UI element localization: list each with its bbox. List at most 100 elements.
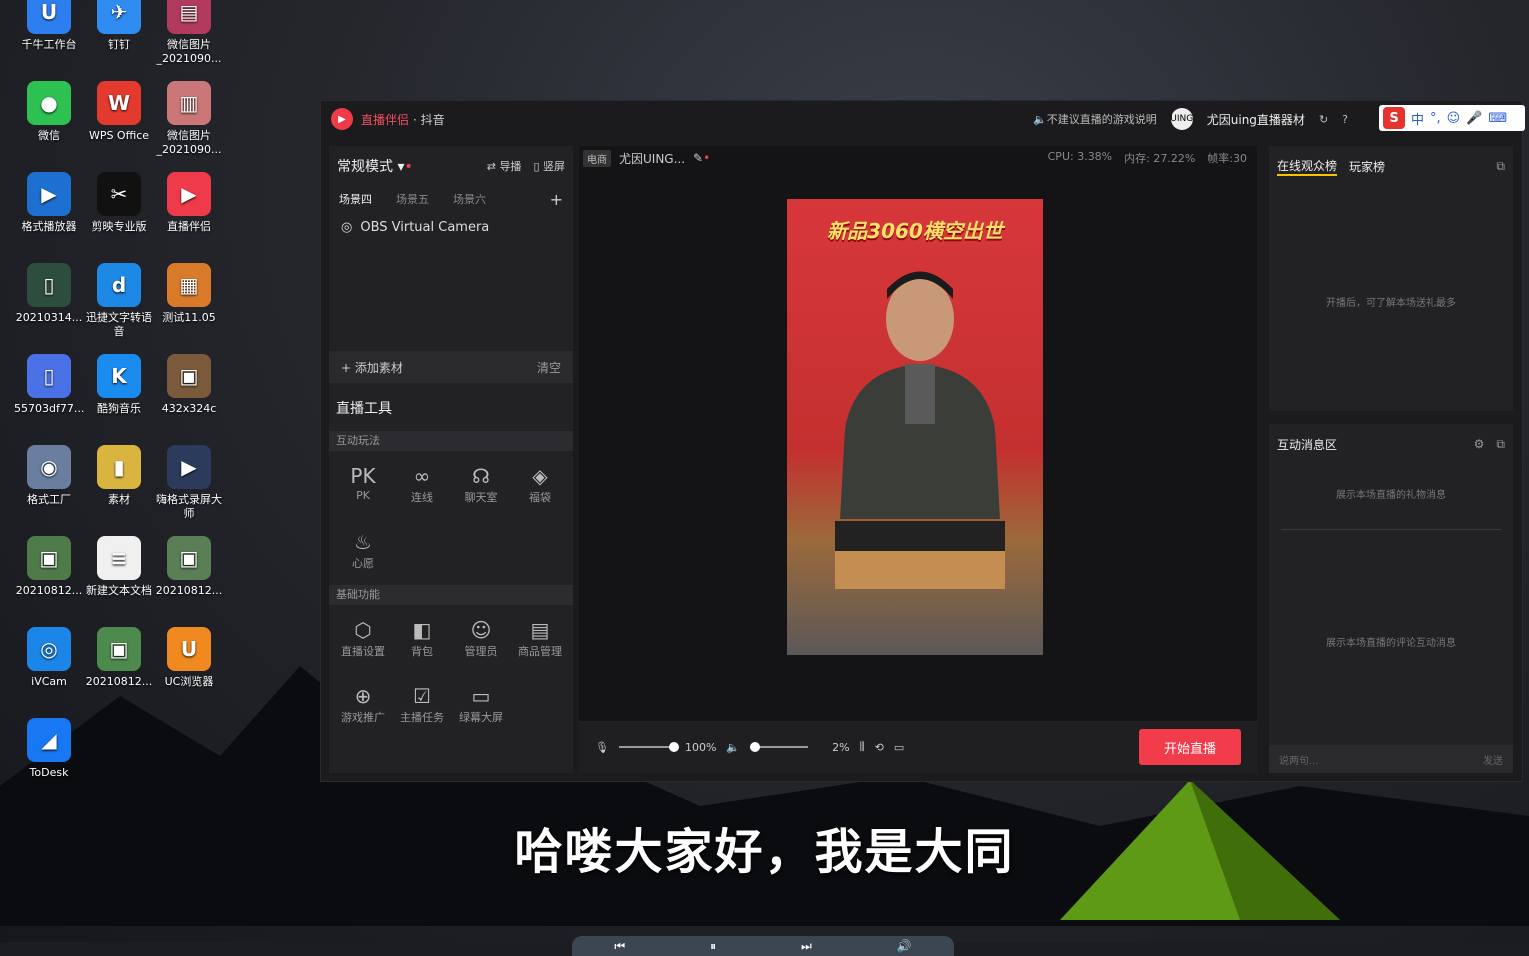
- ime-item[interactable]: 中: [1411, 109, 1424, 128]
- add-material-button[interactable]: + 添加素材: [341, 359, 403, 376]
- desktop-icon[interactable]: ▯ 55703df77...: [14, 354, 84, 416]
- tab-audience[interactable]: 在线观众榜: [1277, 157, 1338, 176]
- desktop-icon[interactable]: ◉ 格式工厂: [14, 445, 84, 507]
- tool-label: 主播任务: [400, 711, 444, 724]
- desktop-icon[interactable]: ▦ 测试11.05: [154, 263, 224, 325]
- guide-button[interactable]: ⇄ 导播: [487, 158, 522, 174]
- clear-button[interactable]: 清空: [537, 359, 561, 376]
- camera-switch-icon[interactable]: ⟲: [875, 741, 884, 754]
- volume-icon[interactable]: 🔊: [897, 939, 912, 953]
- desktop-icon[interactable]: U UC浏览器: [154, 627, 224, 689]
- settings-icon[interactable]: ⚙: [1474, 437, 1485, 451]
- tool-label: 绿幕大屏: [459, 711, 503, 724]
- tab-scene-5[interactable]: 场景五: [396, 191, 429, 207]
- desktop-icon[interactable]: ▣ 20210812...: [154, 536, 224, 598]
- tool-icon: ☺: [470, 618, 492, 642]
- tool-button[interactable]: ◧ 背包: [392, 617, 452, 659]
- tool-button[interactable]: PK PK: [333, 463, 393, 502]
- source-item[interactable]: ◎ OBS Virtual Camera: [329, 212, 573, 242]
- media-player-controls[interactable]: ⏮ ⏸ ⏭ 🔊: [572, 936, 954, 956]
- tool-button[interactable]: ☑ 主播任务: [392, 683, 452, 725]
- fast-forward-icon[interactable]: ⏭: [801, 939, 812, 954]
- tool-button[interactable]: ◈ 福袋: [510, 463, 570, 505]
- vertical-screen-button[interactable]: ▯ 竖屏: [533, 158, 565, 174]
- ime-item[interactable]: 🎤: [1466, 111, 1482, 126]
- record-icon[interactable]: ▭: [894, 741, 904, 754]
- speaker-volume-slider[interactable]: [750, 742, 809, 752]
- desktop-icon[interactable]: ✂ 剪映专业版: [84, 172, 154, 234]
- mixer-icon[interactable]: ⫼: [860, 740, 865, 754]
- help-icon[interactable]: ?: [1342, 113, 1348, 126]
- edit-icon[interactable]: ✎•: [693, 151, 710, 165]
- desktop-icon[interactable]: K 酷狗音乐: [84, 354, 154, 416]
- desktop-icon[interactable]: ▥ 微信图片_2021090...: [154, 81, 224, 157]
- desktop-icon-label: 微信: [38, 129, 60, 142]
- desktop-icon[interactable]: U 千牛工作台: [14, 0, 84, 52]
- ime-item[interactable]: °,: [1430, 111, 1441, 126]
- room-title[interactable]: 尤因UING...: [619, 150, 685, 167]
- tab-scene-4[interactable]: 场景四: [339, 191, 372, 207]
- popout-icon[interactable]: ⧉: [1496, 437, 1505, 452]
- tool-button[interactable]: ∞ 连线: [392, 463, 452, 505]
- popout-icon[interactable]: ⧉: [1496, 159, 1505, 174]
- tab-scene-6[interactable]: 场景六: [453, 191, 486, 207]
- desktop-icon[interactable]: ◢ ToDesk: [14, 718, 84, 780]
- send-button[interactable]: 发送: [1483, 752, 1503, 767]
- desktop-icon[interactable]: ≡ 新建文本文档: [84, 536, 154, 598]
- tool-button[interactable]: ☊ 聊天室: [451, 463, 511, 505]
- app-icon: ◉: [27, 445, 71, 489]
- start-live-button[interactable]: 开始直播: [1139, 729, 1241, 765]
- tool-button[interactable]: ▤ 商品管理: [510, 617, 570, 659]
- speaker-icon[interactable]: 🔈: [726, 741, 740, 754]
- app-icon: ▯: [27, 354, 71, 398]
- desktop-icon[interactable]: W WPS Office: [84, 81, 154, 143]
- desktop-icon-label: 微信图片_2021090...: [156, 129, 222, 156]
- desktop-icon[interactable]: ▶ 格式播放器: [14, 172, 84, 234]
- desktop-icon[interactable]: ● 微信: [14, 81, 84, 143]
- desktop-icon[interactable]: ▶ 直播伴侣: [154, 172, 224, 234]
- desktop-icon[interactable]: ▣ 432x324c: [154, 354, 224, 416]
- desktop-icon[interactable]: ▤ 微信图片_2021090...: [154, 0, 224, 66]
- message-title: 互动消息区: [1277, 437, 1338, 452]
- mic-volume-slider[interactable]: [618, 742, 679, 752]
- desktop-icon[interactable]: ▮ 素材: [84, 445, 154, 507]
- app-icon: ▶: [167, 445, 211, 489]
- desktop-icon[interactable]: ▣ 20210812...: [14, 536, 84, 598]
- tool-button[interactable]: ☺ 管理员: [451, 617, 511, 659]
- tool-button[interactable]: ♨ 心愿: [333, 529, 393, 571]
- desktop-icon-label: 微信图片_2021090...: [156, 38, 222, 65]
- app-icon: ▣: [27, 536, 71, 580]
- tool-icon: ▤: [530, 618, 550, 642]
- refresh-icon[interactable]: ↻: [1319, 113, 1328, 126]
- tool-label: 直播设置: [341, 645, 385, 658]
- game-notice-link[interactable]: 🔈不建议直播的游戏说明: [1033, 111, 1157, 127]
- tool-button[interactable]: ▭ 绿幕大屏: [451, 683, 511, 725]
- add-scene-button[interactable]: +: [550, 190, 563, 209]
- tool-button[interactable]: ⊕ 游戏推广: [333, 683, 393, 725]
- divider[interactable]: [1281, 529, 1501, 530]
- desktop-icon[interactable]: ▯ 20210314...: [14, 263, 84, 325]
- tab-players[interactable]: 玩家榜: [1349, 158, 1385, 175]
- desktop-icon[interactable]: d 迅捷文字转语音: [84, 263, 154, 339]
- chat-input[interactable]: 说两句...: [1279, 752, 1319, 767]
- vertical-label: 竖屏: [543, 160, 565, 173]
- ime-item[interactable]: ☺: [1447, 111, 1461, 126]
- desktop-icon-label: 千牛工作台: [21, 38, 77, 51]
- tool-label: PK: [356, 489, 370, 502]
- desktop-icon[interactable]: ▶ 嗨格式录屏大师: [154, 445, 224, 521]
- mic-icon[interactable]: 🎙: [595, 741, 609, 754]
- desktop-icon[interactable]: ▣ 20210812...: [84, 627, 154, 689]
- desktop-icon[interactable]: ◎ iVCam: [14, 627, 84, 689]
- avatar[interactable]: UING: [1170, 108, 1193, 130]
- tool-button[interactable]: ⬡ 直播设置: [333, 617, 393, 659]
- mode-select[interactable]: 常规模式 ▾•: [337, 156, 413, 176]
- desktop-icon[interactable]: ✈ 钉钉: [84, 0, 154, 52]
- rewind-icon[interactable]: ⏮: [614, 939, 625, 954]
- ime-toolbar[interactable]: S 中 °, ☺ 🎤 ⌨: [1379, 105, 1525, 131]
- username[interactable]: 尤因uing直播器材: [1207, 111, 1305, 128]
- desktop-icon-label: UC浏览器: [164, 675, 214, 688]
- title-bar: ▶ 直播伴侣 · 抖音 🔈不建议直播的游戏说明 UING 尤因uing直播器材 …: [321, 101, 1525, 137]
- ime-item[interactable]: ⌨: [1488, 111, 1507, 126]
- desktop-icon-label: 20210812...: [155, 584, 223, 597]
- pause-icon[interactable]: ⏸: [710, 939, 716, 954]
